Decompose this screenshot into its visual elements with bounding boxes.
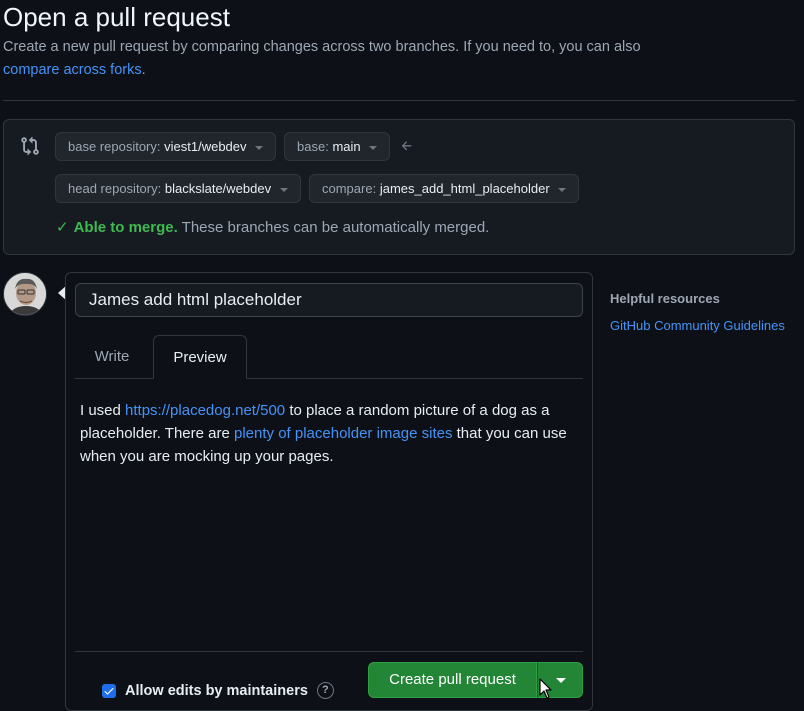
sidebar-heading: Helpful resources [610,291,720,306]
helpful-resources-sidebar: Helpful resources GitHub Community Guide… [610,290,800,335]
merge-ok-text: Able to merge. [73,219,178,236]
compare-branch-label: compare: [322,181,377,196]
chevron-down-icon [369,145,378,150]
allow-edits-label: Allow edits by maintainers [125,682,308,699]
preview-body: I used https://placedog.net/500 to place… [80,399,570,468]
community-guidelines-link[interactable]: GitHub Community Guidelines [610,317,800,335]
head-repository-value: blackslate/webdev [164,181,272,196]
chevron-down-icon [255,145,264,150]
avatar-image [4,273,46,315]
triangle-down-icon [556,678,566,683]
pull-request-form: Write Preview I used https://placedog.ne… [65,272,593,711]
head-repository-select[interactable]: head repository: blackslate/webdev [55,174,301,203]
allow-edits-option: Allow edits by maintainers ? [102,682,334,699]
create-pull-request-button[interactable]: Create pull request [368,662,537,698]
tab-divider [75,378,583,379]
check-icon: ✓ [56,219,69,236]
mouse-cursor-icon [539,678,552,699]
base-repository-label: base repository: [68,139,161,154]
arrow-left-icon [401,141,412,151]
compare-forks-link[interactable]: compare across forks [3,62,142,78]
tab-preview[interactable]: Preview [153,335,247,379]
pr-title-input[interactable] [75,283,583,317]
form-footer-divider [75,651,583,652]
avatar[interactable] [3,272,47,316]
page-description: Create a new pull request by comparing c… [3,36,801,82]
base-branch-select[interactable]: base: main [284,132,391,161]
checkmark-icon [104,687,114,695]
git-compare-icon [21,136,39,156]
compare-branches-box: base repository: viest1/webdev base: mai… [3,119,795,255]
chevron-down-icon [279,187,288,192]
base-branch-value: main [332,139,361,154]
page-description-text: Create a new pull request by comparing c… [3,39,641,55]
compare-branch-value: james_add_html_placeholder [379,181,550,196]
page-header: Open a pull request Create a new pull re… [3,0,801,82]
header-divider [3,100,795,101]
base-repository-select[interactable]: base repository: viest1/webdev [55,132,277,161]
allow-edits-checkbox[interactable] [102,683,116,698]
merge-status-text: These branches can be automatically merg… [181,219,490,236]
placeholder-sites-link[interactable]: plenty of placeholder image sites [234,425,452,442]
compare-branch-select[interactable]: compare: james_add_html_placeholder [309,174,580,203]
preview-text-1: I used [80,402,126,419]
merge-status: ✓ Able to merge. These branches can be au… [56,218,489,236]
head-repository-label: head repository: [68,181,162,196]
base-branch-label: base: [297,139,329,154]
question-icon[interactable]: ? [316,682,334,699]
base-repository-value: viest1/webdev [164,139,247,154]
page-description-suffix: . [141,62,146,78]
tab-write[interactable]: Write [75,335,149,379]
page-title: Open a pull request [3,2,230,32]
chevron-down-icon [558,187,567,192]
placedog-link[interactable]: https://placedog.net/500 [125,402,285,419]
